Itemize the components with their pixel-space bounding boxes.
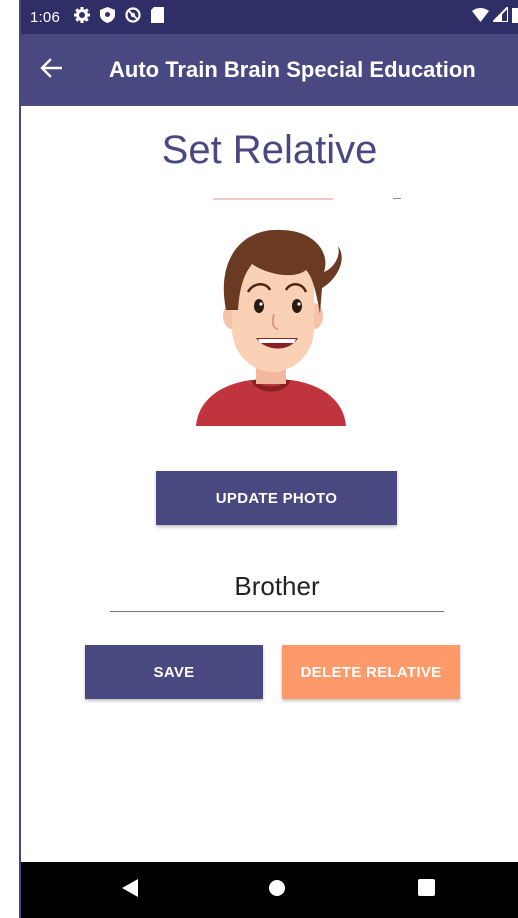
app-title: Auto Train Brain Special Education <box>109 57 476 82</box>
status-system-icons <box>472 0 518 34</box>
at-sign-icon <box>125 6 141 28</box>
system-nav-bar <box>21 862 518 918</box>
signal-icon <box>490 4 509 27</box>
settings-icon <box>74 6 90 28</box>
image-top-edge <box>213 198 333 200</box>
battery-icon <box>512 7 518 28</box>
arrow-left-icon <box>40 57 63 83</box>
update-photo-button[interactable]: UPDATE PHOTO <box>156 471 397 525</box>
page-title: Set Relative <box>161 128 378 172</box>
nav-home-button[interactable] <box>247 862 307 918</box>
sd-card-icon <box>151 6 164 28</box>
app-bar: Auto Train Brain Special Education <box>21 34 518 106</box>
nav-back-button[interactable] <box>100 862 160 918</box>
window-left-margin <box>0 0 19 918</box>
status-bar: 1:06 <box>21 0 518 34</box>
shield-icon <box>100 6 115 28</box>
status-notification-icons <box>74 6 164 28</box>
nav-recents-button[interactable] <box>396 862 456 918</box>
relative-photo <box>186 210 356 430</box>
status-time: 1:06 <box>30 8 60 26</box>
save-button[interactable]: SAVE <box>85 645 263 699</box>
wifi-icon <box>472 7 489 27</box>
delete-relative-button[interactable]: DELETE RELATIVE <box>282 645 460 699</box>
phone-screen: 1:06 Auto Train Brain Special Education … <box>21 0 518 918</box>
home-circle-icon <box>268 879 286 902</box>
back-button[interactable] <box>21 34 81 106</box>
back-triangle-icon <box>122 878 138 902</box>
relative-name-field[interactable] <box>110 562 444 612</box>
image-top-edge-mark <box>393 198 401 199</box>
recents-square-icon <box>417 879 435 901</box>
